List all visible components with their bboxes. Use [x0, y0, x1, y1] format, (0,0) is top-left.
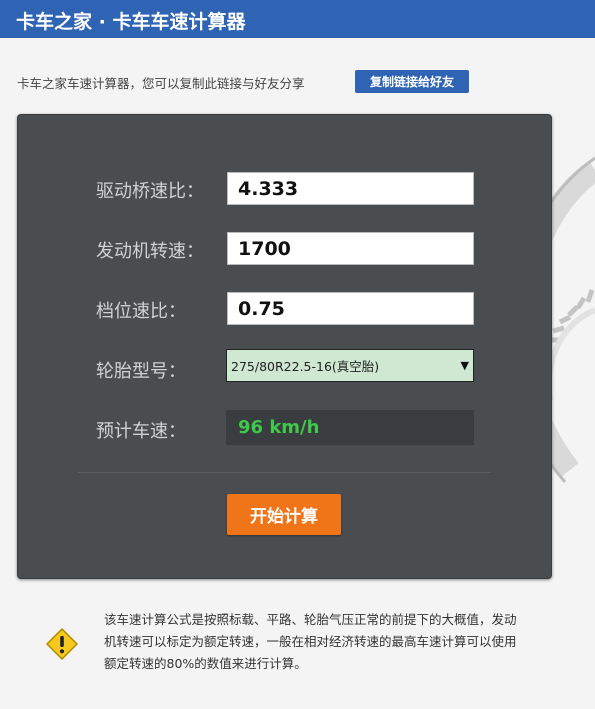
calculator-panel: 驱动桥速比： 发动机转速： 档位速比： 轮胎型号： 275/80R22.5-16… — [17, 114, 552, 579]
divider — [78, 472, 491, 473]
copy-link-button[interactable]: 复制链接给好友 — [355, 70, 469, 93]
start-calculate-button[interactable]: 开始计算 — [227, 494, 341, 535]
engine-speed-label: 发动机转速： — [96, 241, 204, 262]
warning-icon — [46, 628, 78, 660]
estimated-speed-value: 96 km/h — [238, 417, 320, 438]
gear-ratio-input[interactable] — [227, 292, 474, 325]
axle-ratio-input[interactable] — [227, 172, 474, 205]
estimated-speed-label: 预计车速： — [96, 421, 186, 442]
axle-ratio-label: 驱动桥速比： — [96, 181, 204, 202]
tire-model-value: 275/80R22.5-16(真空胎) — [231, 359, 380, 374]
share-text: 卡车之家车速计算器，您可以复制此链接与好友分享 — [17, 76, 305, 91]
tire-model-label: 轮胎型号： — [96, 361, 186, 382]
tire-model-select[interactable]: 275/80R22.5-16(真空胎) ▼ — [226, 349, 474, 382]
chevron-down-icon: ▼ — [460, 359, 469, 372]
top-bar: 卡车之家 · 卡车车速计算器 — [0, 0, 595, 38]
page-title: 卡车之家 · 卡车车速计算器 — [16, 11, 246, 33]
engine-speed-input[interactable] — [227, 232, 474, 265]
estimated-speed-result: 96 km/h — [226, 410, 474, 445]
formula-note: 该车速计算公式是按照标载、平路、轮胎气压正常的前提下的大概值，发动机转速可以标定… — [104, 612, 517, 671]
gear-ratio-label: 档位速比： — [96, 301, 186, 322]
